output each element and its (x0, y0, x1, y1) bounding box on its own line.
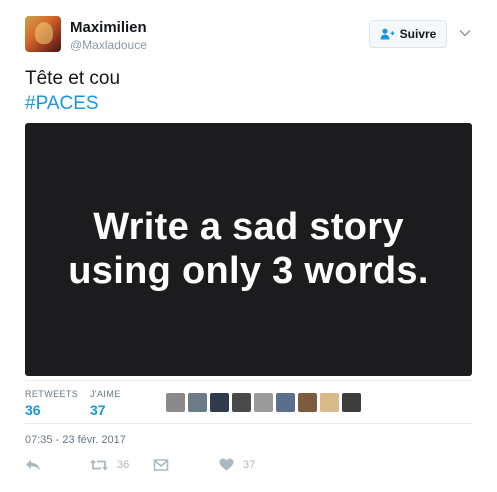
tweet-text: Tête et cou #PACES (25, 66, 120, 116)
retweet-icon (90, 458, 108, 472)
tweet-media-image[interactable]: Write a sad story using only 3 words. (25, 123, 472, 376)
liker-avatar[interactable] (276, 393, 295, 412)
hashtag-link[interactable]: #PACES (25, 91, 120, 116)
chevron-down-icon[interactable] (458, 26, 472, 40)
like-count: 37 (243, 458, 256, 471)
liker-avatar[interactable] (342, 393, 361, 412)
author-handle[interactable]: @Maxladouce (70, 38, 147, 52)
retweet-button[interactable]: 36 (90, 458, 129, 472)
follow-button[interactable]: Suivre (369, 20, 447, 48)
retweets-label: RETWEETS (25, 389, 79, 399)
retweet-count: 36 (117, 459, 130, 471)
heart-icon (219, 458, 234, 471)
likes-count: 37 (90, 402, 106, 418)
envelope-icon (153, 458, 169, 472)
liker-avatar[interactable] (320, 393, 339, 412)
retweets-count: 36 (25, 402, 41, 418)
retweets-stat[interactable]: RETWEETS 36 (25, 389, 78, 418)
liker-avatar[interactable] (254, 393, 273, 412)
follow-button-label: Suivre (399, 27, 437, 41)
direct-message-button[interactable] (153, 458, 169, 472)
follow-user-icon (380, 28, 395, 40)
tweet-actions: 36 37 (25, 458, 472, 474)
liker-avatars (166, 393, 361, 412)
likes-label: J'AIME (90, 389, 121, 399)
tweet-body: Tête et cou (25, 68, 121, 89)
author-display-name[interactable]: Maximilien (70, 19, 147, 36)
reply-button[interactable] (25, 458, 41, 472)
media-caption-line-1: Write a sad story (93, 206, 404, 248)
media-caption-line-2: using only 3 words. (68, 250, 429, 292)
liker-avatar[interactable] (298, 393, 317, 412)
liker-avatar[interactable] (232, 393, 251, 412)
liker-avatar[interactable] (166, 393, 185, 412)
divider (25, 380, 472, 381)
likes-stat[interactable]: J'AIME 37 (90, 389, 121, 418)
reply-icon (25, 458, 41, 472)
tweet-timestamp[interactable]: 07:35 - 23 févr. 2017 (25, 434, 126, 446)
divider (25, 423, 472, 424)
like-button[interactable]: 37 (219, 458, 255, 471)
media-caption: Write a sad story using only 3 words. (25, 205, 472, 293)
liker-avatar[interactable] (210, 393, 229, 412)
avatar[interactable] (25, 16, 61, 52)
liker-avatar[interactable] (188, 393, 207, 412)
